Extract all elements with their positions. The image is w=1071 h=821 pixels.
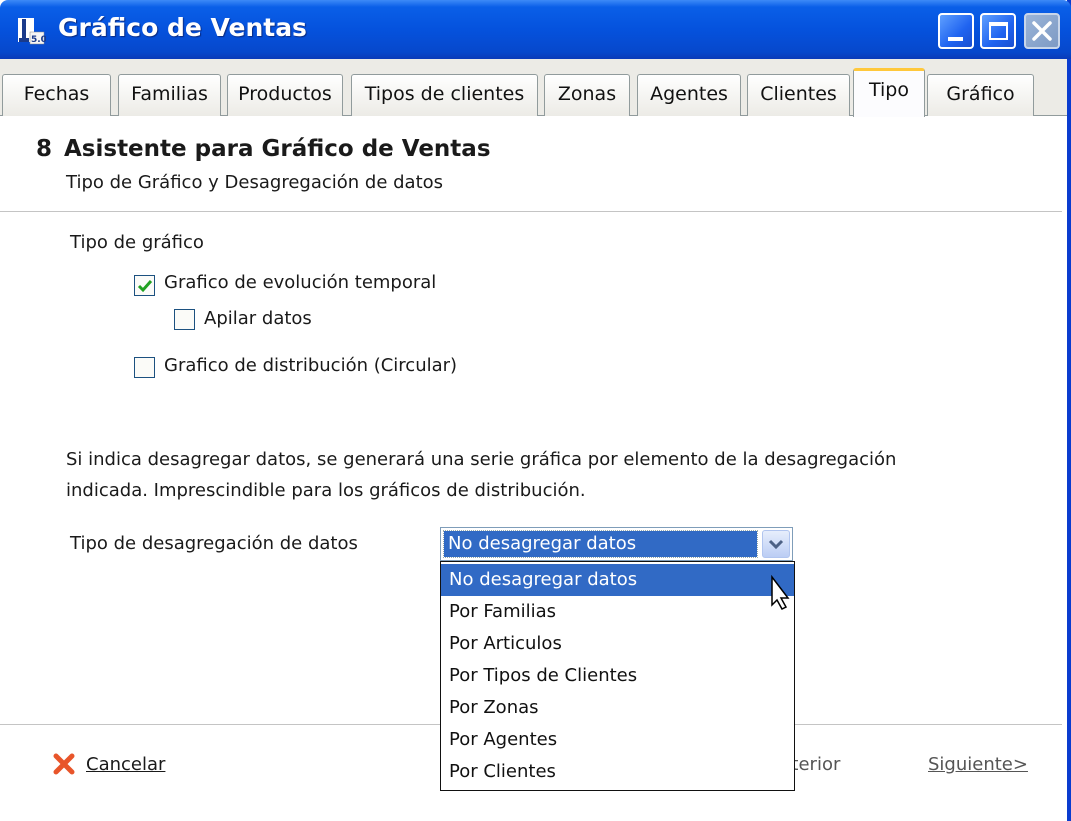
- breakdown-info-text: Si indica desagregar datos, se generará …: [66, 449, 897, 501]
- minimize-icon: [948, 37, 963, 41]
- tab-agentes[interactable]: Agentes: [637, 74, 741, 116]
- stack-data-checkbox[interactable]: [174, 309, 195, 330]
- tab-familias[interactable]: Familias: [118, 74, 221, 116]
- close-button[interactable]: [1024, 13, 1060, 49]
- tab-zonas[interactable]: Zonas: [544, 74, 630, 116]
- tab-productos[interactable]: Productos: [227, 74, 343, 116]
- checkmark-icon: [137, 280, 153, 293]
- svg-text:5.0: 5.0: [31, 35, 46, 45]
- app-icon: 5.0: [18, 18, 46, 45]
- window-title: Gráfico de Ventas: [58, 13, 307, 42]
- cancel-button[interactable]: Cancelar: [86, 754, 165, 775]
- wizard-window: 5.0 Gráfico de Ventas Fechas Familias Pr…: [0, 0, 1071, 821]
- breakdown-selected-value: No desagregar datos: [443, 530, 758, 558]
- breakdown-dropdown-list: No desagregar datos Por Familias Por Art…: [440, 561, 795, 791]
- breakdown-dropdown-button[interactable]: [762, 530, 790, 558]
- wizard-title: Asistente para Gráfico de Ventas: [64, 136, 491, 162]
- tab-tipos-de-clientes[interactable]: Tipos de clientes: [351, 74, 538, 116]
- evolution-chart-checkbox[interactable]: [134, 275, 155, 296]
- title-bar[interactable]: 5.0 Gráfico de Ventas: [0, 0, 1071, 59]
- minimize-button[interactable]: [938, 13, 974, 49]
- breakdown-option[interactable]: Por Agentes: [441, 724, 794, 756]
- header-divider: [0, 211, 1062, 213]
- chevron-down-icon: [768, 539, 784, 550]
- breakdown-option[interactable]: Por Familias: [441, 596, 794, 628]
- tab-fechas[interactable]: Fechas: [2, 74, 111, 116]
- breakdown-select[interactable]: No desagregar datos: [440, 527, 793, 561]
- tab-grafico[interactable]: Gráfico: [927, 74, 1034, 116]
- chart-type-label: Tipo de gráfico: [70, 232, 204, 253]
- maximize-icon: [989, 22, 1008, 40]
- breakdown-option[interactable]: Por Zonas: [441, 692, 794, 724]
- distribution-chart-checkbox[interactable]: [134, 357, 155, 378]
- mouse-pointer-icon: [771, 575, 790, 610]
- evolution-chart-label[interactable]: Grafico de evolución temporal: [164, 272, 436, 293]
- stack-data-label[interactable]: Apilar datos: [204, 308, 312, 329]
- tab-tipo[interactable]: Tipo: [853, 68, 925, 117]
- breakdown-option[interactable]: No desagregar datos: [441, 564, 794, 596]
- maximize-button[interactable]: [980, 13, 1016, 49]
- breakdown-option[interactable]: Por Tipos de Clientes: [441, 660, 794, 692]
- distribution-chart-label[interactable]: Grafico de distribución (Circular): [164, 355, 457, 376]
- cancel-x-icon: [53, 753, 75, 775]
- close-icon: [1032, 21, 1052, 41]
- breakdown-option[interactable]: Por Articulos: [441, 628, 794, 660]
- breakdown-option[interactable]: Por Clientes: [441, 756, 794, 788]
- breakdown-label: Tipo de desagregación de datos: [70, 533, 358, 554]
- wizard-subtitle: Tipo de Gráfico y Desagregación de datos: [66, 172, 444, 193]
- next-button[interactable]: Siguiente>: [928, 754, 1028, 775]
- tab-clientes[interactable]: Clientes: [747, 74, 850, 116]
- step-number: 8: [36, 136, 53, 162]
